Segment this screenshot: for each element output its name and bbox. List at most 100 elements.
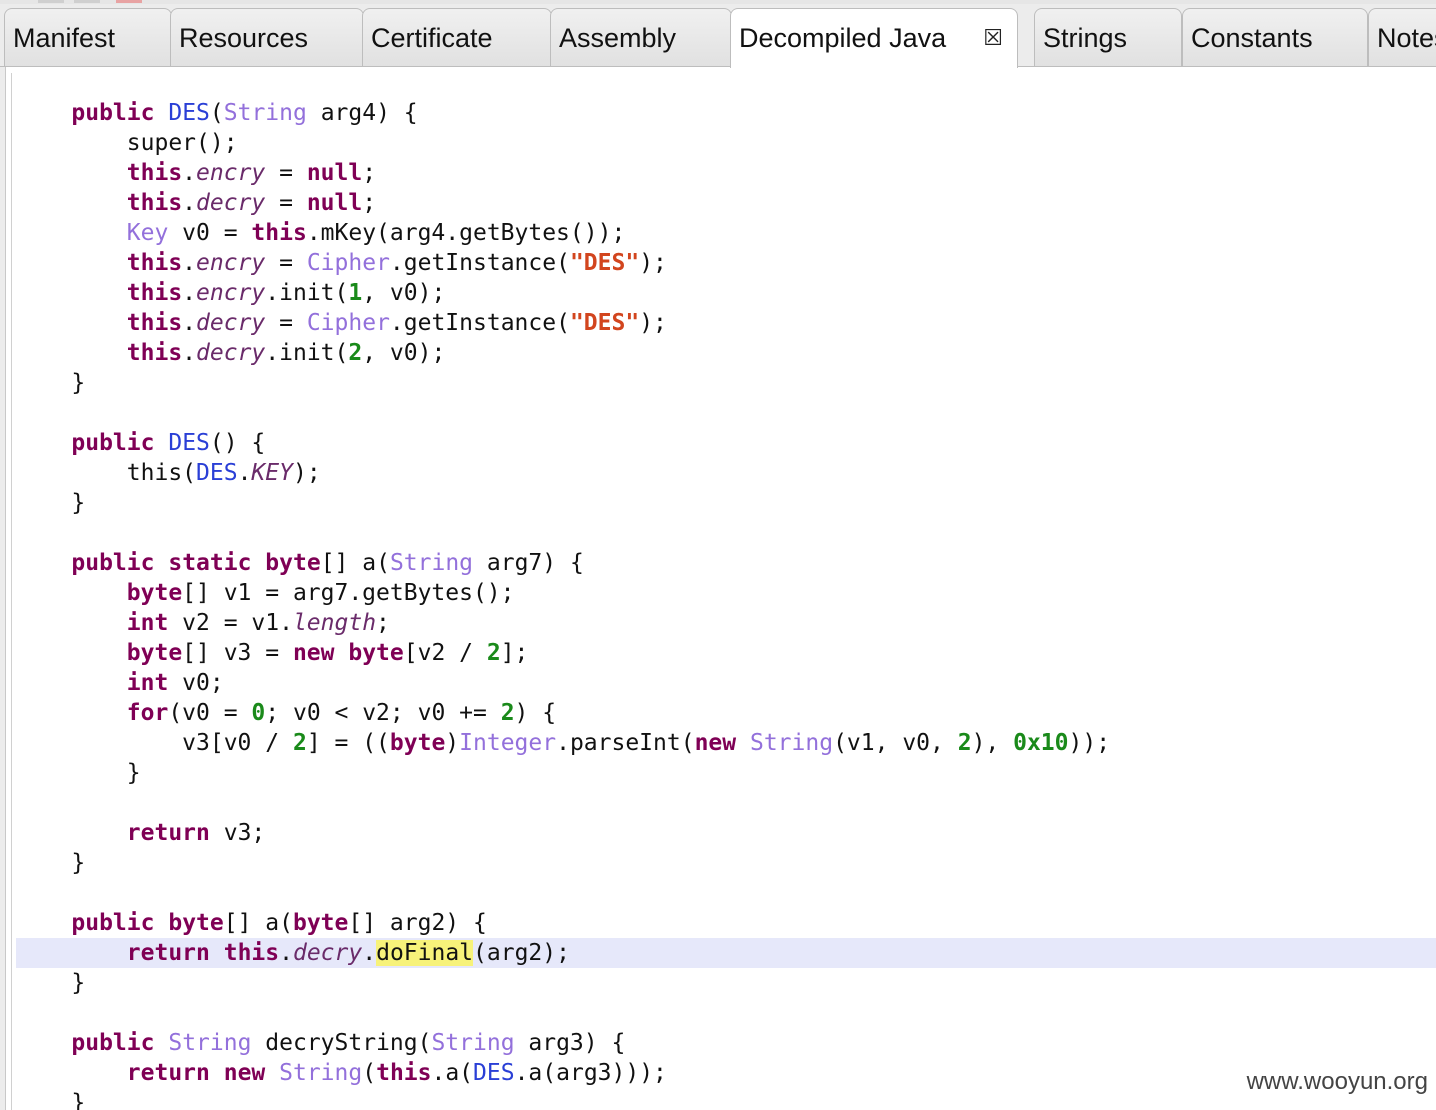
code-token: new (223, 1060, 266, 1086)
code-token: ); (292, 460, 321, 486)
code-token: String (223, 100, 307, 126)
code-token: ( (362, 1060, 377, 1086)
code-token: public (71, 430, 155, 456)
code-line: byte[] v3 = new byte[v2 / 2]; (16, 638, 1436, 668)
code-token: "DES" (569, 310, 640, 336)
tab-strings[interactable]: Strings (1034, 8, 1182, 66)
code-token: this (376, 1060, 432, 1086)
code-token: ) (445, 730, 460, 756)
code-token: ]; (500, 640, 529, 666)
code-token: this (126, 340, 183, 366)
code-token: DES (196, 460, 238, 486)
tab-notes[interactable]: Notes (1368, 8, 1436, 66)
code-token: .getInstance( (389, 250, 570, 276)
code-token: length (292, 610, 377, 636)
tab-decompiled-java[interactable]: Decompiled Java ☒ (730, 8, 1018, 68)
close-window-icon[interactable] (116, 0, 142, 3)
tab-bar: Manifest Resources Certificate Assembly … (0, 8, 1436, 68)
code-token: this (126, 190, 183, 216)
code-token: = (265, 160, 307, 186)
code-line: for(v0 = 0; v0 < v2; v0 += 2) { (16, 698, 1436, 728)
code-token: decry (292, 940, 363, 966)
tab-constants[interactable]: Constants (1182, 8, 1368, 66)
code-token: byte (126, 640, 183, 666)
code-token: this (223, 940, 280, 966)
code-line: v3[v0 / 2] = ((byte)Integer.parseInt(new… (16, 728, 1436, 758)
code-editor[interactable]: public DES(String arg4) { super(); this.… (5, 67, 1436, 1110)
code-line: public static byte[] a(String arg7) { (16, 548, 1436, 578)
tab-resources[interactable]: Resources (170, 8, 364, 66)
code-token: Key (126, 220, 169, 246)
code-token: .init( (265, 280, 349, 306)
code-token: . (182, 190, 197, 216)
code-token: . (362, 940, 377, 966)
code-line: public byte[] a(byte[] arg2) { (16, 908, 1436, 938)
code-token: Integer (459, 730, 557, 756)
code-token: } (16, 1090, 86, 1110)
code-token: public (71, 1030, 155, 1056)
window-top-strip (0, 0, 1436, 4)
code-token: )); (1068, 730, 1111, 756)
code-token: [] v1 = arg7.getBytes(); (182, 580, 515, 606)
tab-assembly[interactable]: Assembly (550, 8, 732, 66)
code-token: ); (639, 250, 667, 276)
code-token: this (126, 280, 183, 306)
code-line: int v2 = v1.length; (16, 608, 1436, 638)
code-token: v2 = v1. (168, 610, 293, 636)
code-line: this.encry.init(1, v0); (16, 278, 1436, 308)
code-line: } (16, 368, 1436, 398)
code-token: new (694, 730, 737, 756)
code-token: return (126, 940, 210, 966)
code-token: decry (196, 190, 266, 216)
code-token: ] = (( (306, 730, 390, 756)
code-token: 0 (251, 700, 266, 726)
code-token: arg7) { (473, 550, 584, 576)
code-token: int (126, 610, 169, 636)
code-token: byte (126, 580, 183, 606)
code-token: . (182, 340, 197, 366)
code-token: [] a( (223, 910, 293, 936)
code-line: return v3; (16, 818, 1436, 848)
code-token: = (265, 190, 307, 216)
tab-manifest[interactable]: Manifest (4, 8, 172, 66)
tab-certificate[interactable]: Certificate (362, 8, 552, 66)
code-token: "DES" (569, 250, 640, 276)
code-token: } (16, 850, 86, 876)
code-token: String (389, 550, 474, 576)
code-token: return (126, 820, 210, 846)
code-token: arg4) { (306, 100, 418, 126)
zoom-window-icon[interactable] (74, 0, 100, 3)
code-token: v3[v0 / (16, 730, 293, 756)
code-line: this.decry = Cipher.getInstance("DES"); (16, 308, 1436, 338)
code-token: [] v3 = (182, 640, 293, 666)
code-token: decryString( (251, 1030, 432, 1056)
code-token: = (265, 310, 307, 336)
code-token: for (126, 700, 169, 726)
minimize-window-icon[interactable] (38, 0, 64, 3)
code-token: String (749, 730, 834, 756)
code-line: int v0; (16, 668, 1436, 698)
code-token: encry (196, 280, 266, 306)
code-token: . (182, 310, 197, 336)
code-token: .a(arg3))); (514, 1060, 667, 1086)
code-token: } (16, 760, 141, 786)
code-token: } (16, 970, 86, 996)
code-token: , v0); (362, 340, 446, 366)
close-tab-icon[interactable]: ☒ (983, 9, 1003, 67)
tab-label: Strings (1043, 23, 1128, 53)
